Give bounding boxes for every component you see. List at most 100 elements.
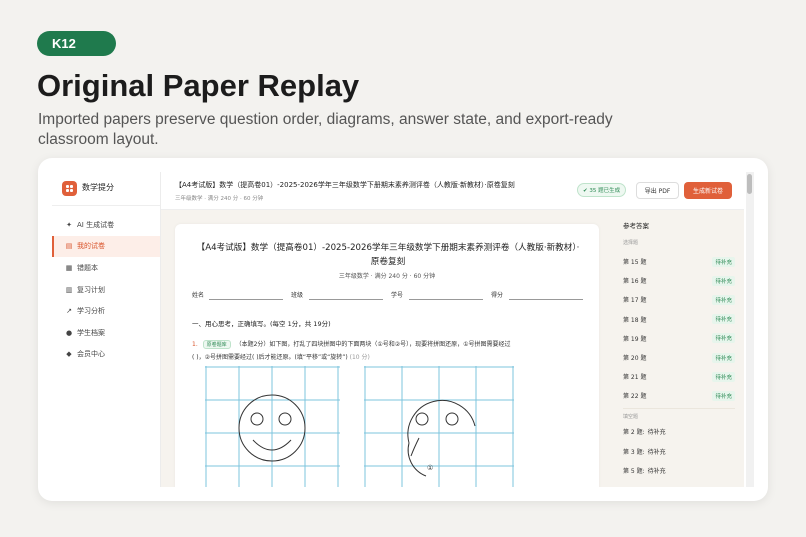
answer-label: 第 22 题 <box>623 393 647 401</box>
sidebar: 数学提分 ✦ AI 生成试卷 ▤ 我的试卷 ▦ 错题本 ▥ 复习计划 ↗ 学习分析 ● 学生档案 ◆ 会员… <box>52 172 161 487</box>
answer-value: 待补充 <box>647 429 666 436</box>
sidebar-item[interactable]: ✦ AI 生成试卷 <box>52 214 160 236</box>
app-window: 数学提分 ✦ AI 生成试卷 ▤ 我的试卷 ▦ 错题本 ▥ 复习计划 ↗ 学习分析 ● 学生档案 ◆ 会员… <box>38 158 768 501</box>
answer-value: 待补充 <box>647 448 666 456</box>
score-field-label: 得分 <box>491 292 504 299</box>
question-number: 1. <box>192 341 198 348</box>
answer-row[interactable]: 第 6 题:待补充 <box>623 483 735 488</box>
puzzle-figure-scrambled: ① <box>364 366 514 487</box>
answer-status-badge: 待补充 <box>712 256 735 267</box>
student-info-fields: 姓名 班级 学号 得分 <box>192 290 583 302</box>
question-points: (10 分) <box>349 354 370 361</box>
answer-value: 待补充 <box>647 468 666 475</box>
id-field-line[interactable] <box>409 299 483 300</box>
answer-label: 第 18 题 <box>623 316 647 324</box>
answer-row[interactable]: 第 2 题: 待补充 <box>623 424 735 439</box>
puzzle-figure-original <box>205 366 340 487</box>
export-pdf-button[interactable]: 导出 PDF <box>636 182 679 199</box>
sidebar-item[interactable]: ◆ 会员中心 <box>52 344 160 366</box>
app-name: 数学提分 <box>82 183 114 192</box>
answer-panel-title: 参考答案 <box>623 222 649 230</box>
generate-new-paper-button[interactable]: 生成新试卷 <box>684 182 732 199</box>
scrollbar[interactable] <box>746 172 754 487</box>
notebook-icon: ▦ <box>65 263 73 272</box>
name-field-line[interactable] <box>209 299 283 300</box>
sidebar-item-label: 学习分析 <box>77 307 105 316</box>
answer-label: 第 21 题 <box>623 374 647 382</box>
answer-row[interactable]: 第 3 题: 待补充 <box>623 444 735 459</box>
answer-label: 第 2 题: <box>623 429 645 436</box>
answer-row[interactable]: 第 20 题 待补充 <box>623 350 735 365</box>
chart-icon: ↗ <box>66 307 72 316</box>
answer-label: 第 16 题 <box>623 278 647 286</box>
answer-status-badge: 待补充 <box>712 390 735 401</box>
answer-label: 第 15 题 <box>623 259 647 266</box>
figure-label: ① <box>427 464 433 472</box>
answer-row[interactable]: 第 5 题: 待补充 <box>623 463 735 478</box>
answer-label: 第 3 题: <box>623 448 645 456</box>
sidebar-item-label: 错题本 <box>77 263 98 272</box>
sidebar-item[interactable]: ↗ 学习分析 <box>52 300 160 322</box>
answer-label: 第 5 题: <box>623 468 645 475</box>
paper-title: 【A4考试版】数学（提高卷01）-2025-2026学年三年级数学下册期末素养测… <box>196 243 580 267</box>
answer-panel: 参考答案 选择题 第 15 题待补充第 16 题待补充第 17 题待补充第 18… <box>614 210 744 487</box>
answer-label: 第 6 题: <box>623 486 645 488</box>
choice-group-label: 选择题 <box>623 240 639 246</box>
answer-value: 待补充 <box>648 486 666 488</box>
document-title: 【A4考试版】数学（提高卷01）-2025-2026学年三年级数学下册期末素养测… <box>175 181 515 189</box>
question-1-continued: ( )，②号拼图需要经过( )后才能还原。(填“平移”或“旋转”) (10 分) <box>192 352 370 361</box>
answer-status-badge: 待补充 <box>712 333 735 344</box>
answer-status-badge: 待补充 <box>712 352 735 363</box>
generated-count-badge: ✔ 35 题已生成 <box>577 183 627 197</box>
answer-row[interactable]: 第 15 题 待补充 <box>623 254 735 269</box>
divider <box>52 205 160 206</box>
scrollbar-thumb[interactable] <box>747 174 752 194</box>
diamond-icon: ◆ <box>66 350 72 359</box>
name-field-label: 姓名 <box>192 292 205 299</box>
sidebar-item[interactable]: ▦ 错题本 <box>52 257 160 279</box>
paper-icon: ▤ <box>65 242 73 251</box>
paper-sheet: 【A4考试版】数学（提高卷01）-2025-2026学年三年级数学下册期末素养测… <box>175 224 599 487</box>
sidebar-item-label: 复习计划 <box>77 285 105 294</box>
answer-row[interactable]: 第 16 题 待补充 <box>623 273 735 288</box>
sparkle-icon: ✦ <box>66 220 72 229</box>
answer-row[interactable]: 第 22 题 待补充 <box>623 388 735 403</box>
answer-row[interactable]: 第 18 题 待补充 <box>623 312 735 327</box>
top-bar: 【A4考试版】数学（提高卷01）-2025-2026学年三年级数学下册期末素养测… <box>161 172 744 210</box>
sidebar-item-label: 学生档案 <box>77 328 105 337</box>
sidebar-item-label: 会员中心 <box>77 350 105 359</box>
class-field-label: 班级 <box>291 292 304 299</box>
question-text: （本题2分）如下图，打乱了四块拼图中的下面两块（①号和②号），现要将拼图还原，①… <box>235 341 511 348</box>
document-meta: 三年级数学 · 满分 240 分 · 60 分钟 <box>175 196 264 202</box>
sidebar-item[interactable]: ▥ 复习计划 <box>52 279 160 301</box>
id-field-label: 学号 <box>391 292 404 299</box>
k12-badge: K12 <box>37 31 116 56</box>
answer-row[interactable]: 第 21 题 待补充 <box>623 369 735 384</box>
hero-subtitle: Imported papers preserve question order,… <box>38 111 613 148</box>
sidebar-item-label: AI 生成试卷 <box>77 220 115 229</box>
answer-label: 第 19 题 <box>623 335 647 343</box>
question-source-tag: 原卷题库 <box>202 340 231 349</box>
sidebar-nav: ✦ AI 生成试卷 ▤ 我的试卷 ▦ 错题本 ▥ 复习计划 ↗ 学习分析 ● 学生档案 ◆ 会员中心 <box>52 214 160 365</box>
hero-title: Original Paper Replay <box>37 68 360 103</box>
class-field-line[interactable] <box>309 299 383 300</box>
question-text: ( )，②号拼图需要经过( )后才能还原。(填“平移”或“旋转”) <box>192 354 348 361</box>
sidebar-item[interactable]: ● 学生档案 <box>52 322 160 344</box>
answer-row[interactable]: 第 19 题 待补充 <box>623 331 735 346</box>
answer-status-badge: 待补充 <box>712 275 735 286</box>
answer-label: 第 20 题 <box>623 355 647 362</box>
answer-status-badge: 待补充 <box>712 294 735 305</box>
answer-label: 第 17 题 <box>623 297 647 305</box>
score-field-line[interactable] <box>509 299 583 300</box>
sidebar-item-label: 我的试卷 <box>77 242 105 251</box>
paper-meta: 三年级数学 · 满分 240 分 · 60 分钟 <box>338 273 436 280</box>
section-heading: 一、用心思考，正确填写。(每空 1分，共 19分) <box>192 320 331 328</box>
sidebar-item[interactable]: ▤ 我的试卷 <box>52 235 160 258</box>
answer-status-badge: 待补充 <box>712 314 735 325</box>
student-icon: ● <box>65 328 73 337</box>
answer-row[interactable]: 第 17 题 待补充 <box>623 292 735 307</box>
paper-scroll-area[interactable]: 【A4考试版】数学（提高卷01）-2025-2026学年三年级数学下册期末素养测… <box>161 210 614 487</box>
fill-group-label: 填空题 <box>623 414 639 420</box>
calendar-icon: ▥ <box>65 285 73 294</box>
answer-status-badge: 待补充 <box>712 371 735 382</box>
